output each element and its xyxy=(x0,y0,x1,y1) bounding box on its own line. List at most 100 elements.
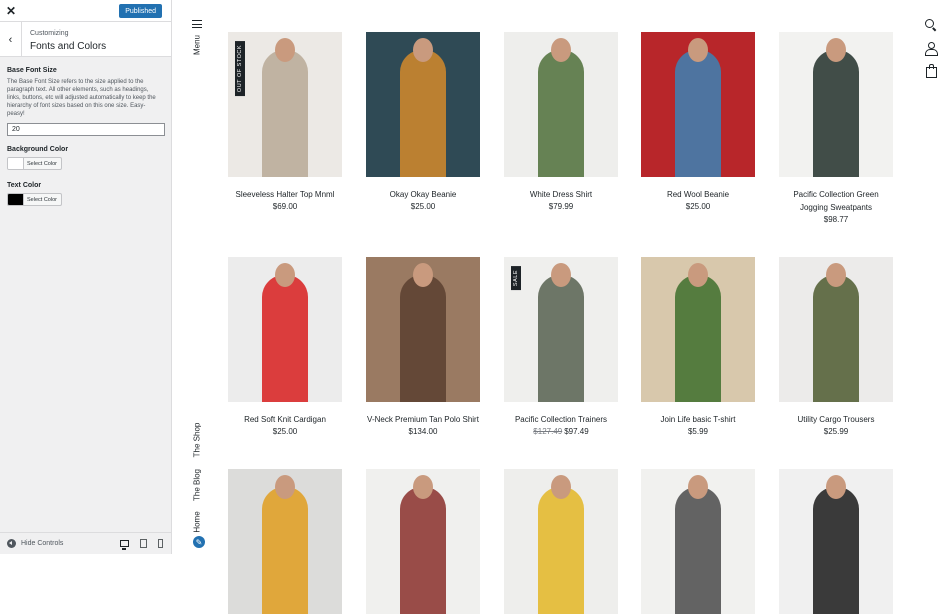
product-card[interactable]: White Dress Shirt $79.99 xyxy=(504,32,618,211)
product-image[interactable] xyxy=(641,32,755,177)
product-photo-head xyxy=(275,475,295,499)
menu-label[interactable]: Menu xyxy=(193,35,202,55)
product-price: $127.49 $97.49 xyxy=(504,427,618,436)
product-photo-head xyxy=(826,263,846,287)
product-image[interactable] xyxy=(779,469,893,614)
text-color-picker[interactable]: Select Color xyxy=(7,193,62,206)
base-font-title: Base Font Size xyxy=(7,67,57,74)
product-card[interactable]: SALE Pacific Collection Trainers $127.49 $9… xyxy=(504,257,618,436)
product-image[interactable] xyxy=(366,469,480,614)
tablet-icon[interactable] xyxy=(140,539,147,548)
product-photo-figure xyxy=(262,50,308,177)
product-image[interactable] xyxy=(228,469,342,614)
product-photo-figure xyxy=(675,487,721,614)
product-photo-head xyxy=(826,475,846,499)
nav-the-blog[interactable]: The Blog xyxy=(193,469,202,501)
product-card[interactable]: Okay Okay Beanie $25.00 xyxy=(366,32,480,211)
product-card[interactable] xyxy=(504,469,618,614)
text-color-title: Text Color xyxy=(7,182,42,189)
product-name[interactable]: V-Neck Premium Tan Polo Shirt xyxy=(366,413,480,426)
out-of-stock-badge: OUT OF STOCK xyxy=(235,41,245,97)
product-name[interactable]: Pacific Collection Green Jogging Sweatpa… xyxy=(779,188,893,214)
product-name[interactable]: Okay Okay Beanie xyxy=(366,188,480,201)
base-font-size-input[interactable]: 20 xyxy=(7,123,165,136)
product-card[interactable]: OUT OF STOCK Sleeveless Halter Top Mnml $6… xyxy=(228,32,342,211)
bg-color-title: Background Color xyxy=(7,146,69,153)
mobile-icon[interactable] xyxy=(158,539,163,548)
product-image[interactable] xyxy=(641,469,755,614)
product-photo-head xyxy=(551,263,571,287)
product-card[interactable]: Pacific Collection Green Jogging Sweatpa… xyxy=(779,32,893,224)
product-photo-figure xyxy=(813,487,859,614)
product-card[interactable]: V-Neck Premium Tan Polo Shirt $134.00 xyxy=(366,257,480,436)
desktop-icon[interactable] xyxy=(120,540,129,550)
product-photo-head xyxy=(413,263,433,287)
nav-home[interactable]: Home xyxy=(193,511,202,532)
product-card[interactable] xyxy=(366,469,480,614)
product-name[interactable]: White Dress Shirt xyxy=(504,188,618,201)
product-name[interactable]: Pacific Collection Trainers xyxy=(504,413,618,426)
product-image[interactable] xyxy=(366,257,480,402)
product-card[interactable]: Red Soft Knit Cardigan $25.00 xyxy=(228,257,342,436)
product-card[interactable] xyxy=(779,469,893,614)
product-image[interactable] xyxy=(504,469,618,614)
product-name[interactable]: Red Soft Knit Cardigan xyxy=(228,413,342,426)
product-image[interactable] xyxy=(228,257,342,402)
product-name[interactable]: Sleeveless Halter Top Mnml xyxy=(228,188,342,201)
base-font-description: The Base Font Size refers to the size ap… xyxy=(7,79,156,117)
product-price: $25.00 xyxy=(228,427,342,436)
search-icon[interactable] xyxy=(924,18,938,32)
text-color-swatch xyxy=(8,194,24,205)
edit-shortcut-icon[interactable]: ✎ xyxy=(193,536,205,548)
product-photo-head xyxy=(551,38,571,62)
product-image[interactable]: SALE xyxy=(504,257,618,402)
product-photo-figure xyxy=(262,275,308,402)
product-card[interactable] xyxy=(641,469,755,614)
product-current-price: $69.00 xyxy=(272,202,298,211)
collapse-icon xyxy=(7,539,16,548)
product-price: $25.00 xyxy=(641,202,755,211)
back-icon[interactable]: ‹ xyxy=(0,22,22,57)
product-price: $134.00 xyxy=(366,427,480,436)
product-current-price: $25.00 xyxy=(410,202,436,211)
publish-button[interactable]: Published xyxy=(119,4,162,18)
product-photo-head xyxy=(688,38,708,62)
cart-icon[interactable] xyxy=(924,64,938,78)
product-card[interactable] xyxy=(228,469,342,614)
hide-controls-button[interactable]: Hide Controls xyxy=(7,539,63,548)
vertical-nav: Menu The Shop The Blog Home ✎ xyxy=(172,0,222,554)
product-current-price: $5.99 xyxy=(687,427,709,436)
section-breadcrumb: Customizing xyxy=(30,30,69,37)
device-switcher xyxy=(120,539,163,550)
text-color-select-label: Select Color xyxy=(27,196,57,203)
bg-color-picker[interactable]: Select Color xyxy=(7,157,62,170)
product-name[interactable]: Red Wool Beanie xyxy=(641,188,755,201)
product-card[interactable]: Red Wool Beanie $25.00 xyxy=(641,32,755,211)
nav-the-shop[interactable]: The Shop xyxy=(193,423,202,458)
product-image[interactable] xyxy=(641,257,755,402)
product-photo-head xyxy=(275,38,295,62)
product-image[interactable] xyxy=(366,32,480,177)
product-photo-figure xyxy=(813,275,859,402)
product-image[interactable] xyxy=(504,32,618,177)
product-current-price: $98.77 xyxy=(823,215,849,224)
product-image[interactable]: OUT OF STOCK xyxy=(228,32,342,177)
product-card[interactable]: Utility Cargo Trousers $25.99 xyxy=(779,257,893,436)
product-price: $25.99 xyxy=(779,427,893,436)
close-icon[interactable]: ✕ xyxy=(0,0,22,22)
product-photo-figure xyxy=(538,275,584,402)
account-icon[interactable] xyxy=(924,41,938,56)
bg-color-select-label: Select Color xyxy=(27,160,57,167)
bg-color-swatch xyxy=(8,158,24,169)
header-icons xyxy=(924,18,938,87)
product-photo-figure xyxy=(400,275,446,402)
product-name[interactable]: Utility Cargo Trousers xyxy=(779,413,893,426)
hamburger-icon[interactable] xyxy=(192,20,202,28)
product-photo-head xyxy=(688,475,708,499)
product-image[interactable] xyxy=(779,32,893,177)
product-card[interactable]: Join Life basic T-shirt $5.99 xyxy=(641,257,755,436)
product-current-price: $25.00 xyxy=(272,427,298,436)
product-name[interactable]: Join Life basic T-shirt xyxy=(641,413,755,426)
product-image[interactable] xyxy=(779,257,893,402)
product-current-price: $25.00 xyxy=(685,202,711,211)
